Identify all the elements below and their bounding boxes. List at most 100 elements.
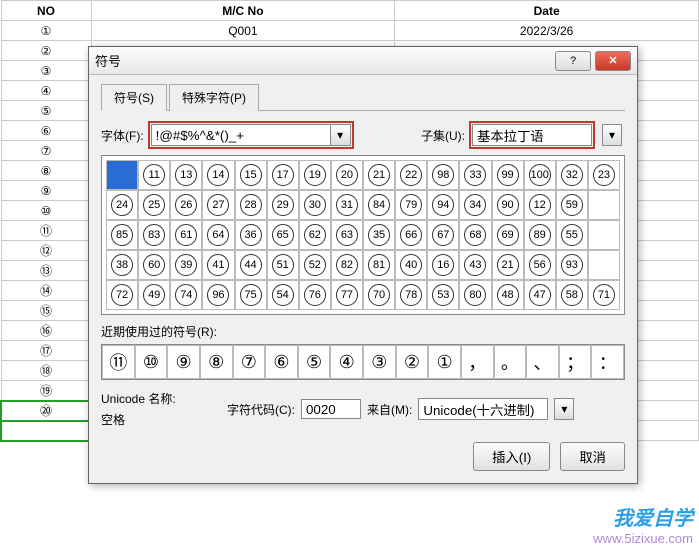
cell[interactable]: ④ [1, 81, 91, 101]
char-cell[interactable]: 90 [492, 190, 524, 220]
char-cell[interactable]: 77 [331, 280, 363, 310]
char-cell[interactable]: 19 [299, 160, 331, 190]
char-cell[interactable]: 81 [363, 250, 395, 280]
char-cell[interactable]: 23 [588, 160, 620, 190]
char-cell[interactable]: 78 [395, 280, 427, 310]
char-cell[interactable]: 98 [427, 160, 459, 190]
recent-char-cell[interactable]: ⑧ [200, 345, 233, 379]
char-cell[interactable]: 61 [170, 220, 202, 250]
cell[interactable]: ⑭ [1, 281, 91, 301]
char-cell[interactable]: 82 [331, 250, 363, 280]
recent-char-cell[interactable]: ； [559, 345, 592, 379]
char-cell[interactable]: 76 [299, 280, 331, 310]
char-cell[interactable]: 72 [106, 280, 138, 310]
char-cell[interactable]: 67 [427, 220, 459, 250]
recent-char-cell[interactable]: ： [591, 345, 624, 379]
char-cell[interactable]: 79 [395, 190, 427, 220]
char-cell[interactable]: 28 [235, 190, 267, 220]
cell[interactable]: ⑩ [1, 201, 91, 221]
cell[interactable]: Q001 [91, 21, 395, 41]
char-cell[interactable]: 53 [427, 280, 459, 310]
cell[interactable]: ⑮ [1, 301, 91, 321]
char-cell[interactable]: 65 [267, 220, 299, 250]
recent-char-cell[interactable]: ① [428, 345, 461, 379]
char-cell[interactable]: 29 [267, 190, 299, 220]
char-cell[interactable]: 17 [267, 160, 299, 190]
char-cell[interactable]: 15 [235, 160, 267, 190]
char-cell[interactable]: 85 [106, 220, 138, 250]
char-cell[interactable]: 12 [524, 190, 556, 220]
recent-char-cell[interactable]: 。 [494, 345, 527, 379]
char-cell[interactable]: 74 [170, 280, 202, 310]
char-cell[interactable]: 96 [202, 280, 234, 310]
cell[interactable]: ⑪ [1, 221, 91, 241]
cell[interactable]: ③ [1, 61, 91, 81]
char-cell[interactable]: 21 [363, 160, 395, 190]
char-cell[interactable]: 44 [235, 250, 267, 280]
recent-char-cell[interactable]: 、 [526, 345, 559, 379]
cell[interactable]: ⑧ [1, 161, 91, 181]
char-cell[interactable]: 41 [202, 250, 234, 280]
cell[interactable]: 2022/3/26 [395, 21, 699, 41]
char-cell[interactable]: 84 [363, 190, 395, 220]
cell[interactable] [1, 421, 91, 441]
char-cell[interactable]: 25 [138, 190, 170, 220]
char-cell[interactable]: 34 [459, 190, 491, 220]
char-cell[interactable]: 100 [524, 160, 556, 190]
recent-char-cell[interactable]: ⑤ [298, 345, 331, 379]
char-cell[interactable]: 36 [235, 220, 267, 250]
char-cell[interactable]: 35 [363, 220, 395, 250]
char-cell[interactable]: 75 [235, 280, 267, 310]
char-cell[interactable]: 80 [459, 280, 491, 310]
cancel-button[interactable]: 取消 [560, 442, 625, 471]
char-cell[interactable]: 43 [459, 250, 491, 280]
char-cell[interactable]: 48 [492, 280, 524, 310]
char-cell[interactable]: 33 [459, 160, 491, 190]
char-cell[interactable]: 49 [138, 280, 170, 310]
recent-char-cell[interactable]: ④ [330, 345, 363, 379]
char-cell[interactable]: 70 [363, 280, 395, 310]
char-cell[interactable]: 83 [138, 220, 170, 250]
char-cell[interactable]: 30 [299, 190, 331, 220]
font-select[interactable] [151, 124, 331, 146]
char-cell[interactable]: 27 [202, 190, 234, 220]
char-cell[interactable]: 14 [202, 160, 234, 190]
char-cell[interactable]: 51 [267, 250, 299, 280]
cell[interactable]: ① [1, 21, 91, 41]
column-header[interactable]: M/C No [91, 1, 395, 21]
char-cell[interactable]: 22 [395, 160, 427, 190]
char-cell[interactable]: 63 [331, 220, 363, 250]
column-header[interactable]: Date [395, 1, 699, 21]
char-cell[interactable]: 69 [492, 220, 524, 250]
recent-char-cell[interactable]: ③ [363, 345, 396, 379]
recent-char-cell[interactable]: ② [396, 345, 429, 379]
cell[interactable]: ② [1, 41, 91, 61]
cell[interactable]: ⑫ [1, 241, 91, 261]
char-cell[interactable]: 21 [492, 250, 524, 280]
dialog-titlebar[interactable]: 符号 ? ✕ [89, 47, 637, 75]
char-cell[interactable]: 39 [170, 250, 202, 280]
char-cell[interactable]: 93 [556, 250, 588, 280]
from-select[interactable] [418, 398, 548, 420]
tab-special[interactable]: 特殊字符(P) [169, 84, 259, 111]
cell[interactable]: ⑦ [1, 141, 91, 161]
cell[interactable]: ⑱ [1, 361, 91, 381]
char-cell[interactable] [588, 220, 620, 250]
recent-char-cell[interactable]: ⑩ [135, 345, 168, 379]
cell[interactable]: ⑰ [1, 341, 91, 361]
char-cell[interactable]: 64 [202, 220, 234, 250]
char-cell[interactable]: 55 [556, 220, 588, 250]
cell[interactable]: ⑬ [1, 261, 91, 281]
cell[interactable]: ⑥ [1, 121, 91, 141]
char-cell[interactable]: 66 [395, 220, 427, 250]
close-button[interactable]: ✕ [595, 51, 631, 71]
subset-dropdown-button[interactable]: ▾ [602, 124, 622, 146]
cell[interactable]: ⑤ [1, 101, 91, 121]
char-cell[interactable]: 71 [588, 280, 620, 310]
column-header[interactable]: NO [1, 1, 91, 21]
char-cell[interactable]: 24 [106, 190, 138, 220]
char-cell[interactable]: 31 [331, 190, 363, 220]
recent-char-cell[interactable]: ， [461, 345, 494, 379]
char-cell[interactable]: 99 [492, 160, 524, 190]
char-cell[interactable]: 59 [556, 190, 588, 220]
